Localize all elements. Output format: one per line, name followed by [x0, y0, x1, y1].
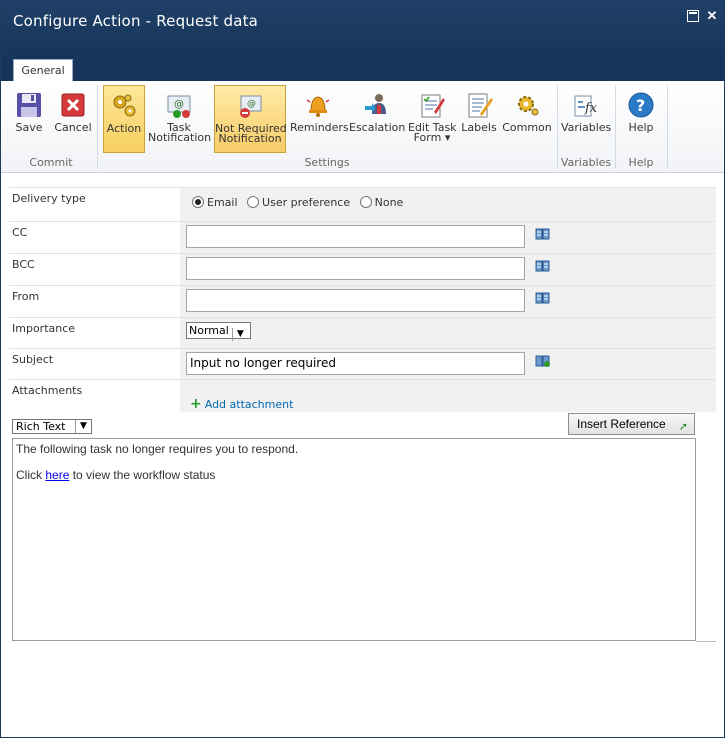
delivery-type-row: Delivery type Email User preference None	[9, 187, 716, 221]
cc-input[interactable]	[186, 225, 525, 248]
gears-icon	[113, 94, 136, 117]
subject-label: Subject	[12, 353, 54, 366]
radio-none[interactable]: None	[359, 196, 403, 209]
save-icon	[17, 93, 41, 117]
delivery-type-radio-group: Email User preference None	[192, 196, 409, 209]
body-line-1: The following task no longer requires yo…	[16, 442, 299, 456]
from-input[interactable]	[186, 289, 525, 312]
address-book-icon[interactable]	[535, 292, 551, 304]
labels-button[interactable]: Labels	[459, 85, 499, 153]
svg-text:?: ?	[636, 96, 645, 115]
address-book-icon[interactable]	[535, 228, 551, 240]
escalation-button[interactable]: Escalation	[349, 85, 405, 153]
bcc-row: BCC	[9, 253, 716, 285]
importance-row: Importance Normal ▼	[9, 317, 716, 348]
maximize-icon[interactable]	[687, 10, 699, 22]
function-icon: fx	[574, 95, 598, 117]
importance-label: Importance	[12, 322, 76, 335]
bcc-input[interactable]	[186, 257, 525, 280]
attachments-label: Attachments	[12, 384, 83, 397]
task-notification-button[interactable]: @ Task Notification	[148, 85, 211, 153]
attachments-row: Attachments + Add attachment	[9, 379, 716, 412]
add-attachment-link[interactable]: + Add attachment	[190, 396, 293, 412]
bell-icon	[306, 96, 330, 117]
labels-icon	[468, 93, 493, 118]
help-icon: ?	[628, 92, 654, 118]
reminders-button[interactable]: Reminders	[290, 85, 349, 153]
dialog-window: Configure Action - Request data ✕ Genera…	[0, 0, 725, 738]
subject-row: Subject Input no longer required	[9, 348, 716, 379]
insert-reference-button[interactable]: Insert Reference ➚	[568, 413, 695, 435]
tab-strip: General	[1, 57, 724, 81]
edit-task-form-button[interactable]: Edit Task Form ▾	[408, 85, 457, 153]
svg-text:@: @	[247, 99, 256, 109]
cancel-icon	[61, 93, 85, 117]
arrow-icon: ➚	[678, 421, 688, 433]
delivery-type-label: Delivery type	[12, 192, 86, 205]
chevron-down-icon: ▾	[444, 131, 451, 144]
body-line-2: Click here to view the workflow status	[16, 468, 216, 482]
cc-label: CC	[12, 226, 28, 239]
radio-email[interactable]: Email	[192, 196, 238, 209]
divider	[696, 641, 716, 642]
group-label-help: Help	[628, 156, 654, 169]
escalation-icon	[365, 94, 386, 114]
chevron-down-icon: ▼	[231, 328, 248, 341]
form-edit-icon	[421, 94, 445, 118]
action-button[interactable]: Action	[103, 85, 145, 153]
not-required-notification-button[interactable]: @ Not Required Notification	[214, 85, 287, 153]
group-separator	[667, 85, 668, 169]
bcc-label: BCC	[12, 258, 35, 271]
svg-text:fx: fx	[584, 101, 598, 116]
subject-input[interactable]: Input no longer required	[186, 352, 525, 375]
title-bar: Configure Action - Request data ✕	[1, 1, 724, 57]
variables-button[interactable]: fx Variables	[561, 85, 611, 153]
cc-row: CC	[9, 221, 716, 253]
help-button[interactable]: ? Help	[619, 85, 663, 153]
here-link[interactable]: here	[45, 468, 69, 482]
group-label-variables: Variables	[560, 156, 612, 169]
from-row: From	[9, 285, 716, 317]
svg-text:@: @	[174, 99, 184, 110]
close-icon[interactable]: ✕	[706, 9, 718, 22]
plus-icon: +	[190, 396, 202, 412]
cancel-button[interactable]: Cancel	[53, 85, 93, 153]
common-button[interactable]: Common	[502, 85, 552, 153]
gear-icon	[518, 96, 539, 116]
notification-form: Delivery type Email User preference None…	[9, 187, 716, 412]
window-title: Configure Action - Request data	[13, 12, 259, 30]
radio-user-preference[interactable]: User preference	[247, 196, 350, 209]
email-icon: @	[167, 95, 191, 118]
from-label: From	[12, 290, 40, 303]
message-body-editor[interactable]: The following task no longer requires yo…	[12, 438, 696, 641]
email-cancel-icon: @	[240, 95, 262, 118]
tab-general[interactable]: General	[13, 59, 73, 81]
insert-reference-icon[interactable]	[535, 355, 551, 367]
address-book-icon[interactable]	[535, 260, 551, 272]
importance-select[interactable]: Normal ▼	[186, 322, 251, 341]
save-button[interactable]: Save	[9, 85, 49, 153]
format-select[interactable]: Rich Text ▼	[12, 419, 92, 434]
group-label-settings: Settings	[304, 156, 350, 169]
chevron-down-icon: ▼	[75, 420, 91, 433]
ribbon: Save Cancel Action @ Task Notification @…	[1, 81, 724, 173]
group-label-commit: Commit	[29, 156, 73, 169]
